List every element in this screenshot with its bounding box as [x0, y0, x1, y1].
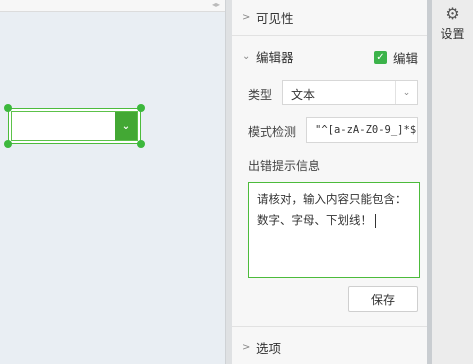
pattern-input[interactable]: "^[a-zA-Z0-9_]*$" [306, 117, 418, 143]
chevron-down-icon[interactable]: ⌄ [395, 81, 417, 104]
divider [232, 326, 427, 327]
properties-panel: > 可见性 ⌄ 编辑器 ✓ 编辑 类型 文本 ⌄ 模式检测 "^[a-zA-Z0… [232, 0, 427, 364]
type-select[interactable]: 文本 ⌄ [282, 80, 418, 105]
chevron-right-icon: > [242, 341, 251, 353]
edit-checkbox[interactable]: ✓ 编辑 [374, 48, 418, 67]
section-visibility-label: 可见性 [256, 10, 294, 26]
section-options-label: 选项 [256, 340, 282, 356]
chevron-down-icon[interactable]: ⌄ [115, 112, 137, 140]
chevron-right-icon: > [242, 11, 251, 23]
divider [232, 35, 427, 36]
text-caret [375, 213, 376, 228]
error-message-text: 请核对，输入内容只能包含：数字、字母、下划线！ [257, 192, 407, 227]
dropdown-widget-field[interactable]: ⌄ [11, 111, 138, 141]
type-label: 类型 [248, 88, 273, 102]
chevron-down-icon: ⌄ [242, 50, 251, 62]
type-select-value: 文本 [291, 88, 316, 102]
collapse-panel-handle[interactable]: ◂▸ [207, 0, 225, 10]
tool-rail: ⚙ 设置 [432, 0, 473, 364]
pattern-label: 模式检测 [248, 125, 297, 139]
edit-checkbox-label: 编辑 [393, 51, 419, 66]
design-canvas[interactable]: ◂▸ ⌄ [0, 0, 225, 364]
resize-handle-bottom-left[interactable] [4, 140, 12, 148]
resize-handle-top-left[interactable] [4, 104, 12, 112]
resize-handle-top-right[interactable] [137, 104, 145, 112]
resize-handle-bottom-right[interactable] [137, 140, 145, 148]
panel-scrollbar[interactable] [225, 0, 232, 364]
dropdown-widget[interactable]: ⌄ [8, 108, 141, 144]
settings-tab-label: 设置 [440, 27, 465, 41]
save-button[interactable]: 保存 [348, 286, 418, 312]
error-message-label: 出错提示信息 [248, 159, 321, 173]
canvas-top-bar [0, 0, 225, 12]
gear-icon: ⚙ [445, 4, 460, 23]
error-message-textarea[interactable]: 请核对，输入内容只能包含：数字、字母、下划线！ [248, 182, 420, 278]
checkmark-icon[interactable]: ✓ [374, 51, 387, 64]
settings-tab[interactable]: ⚙ 设置 [432, 0, 473, 48]
section-editor-label: 编辑器 [256, 49, 294, 65]
section-visibility[interactable]: > 可见性 [232, 1, 427, 33]
section-options[interactable]: > 选项 [232, 331, 427, 363]
